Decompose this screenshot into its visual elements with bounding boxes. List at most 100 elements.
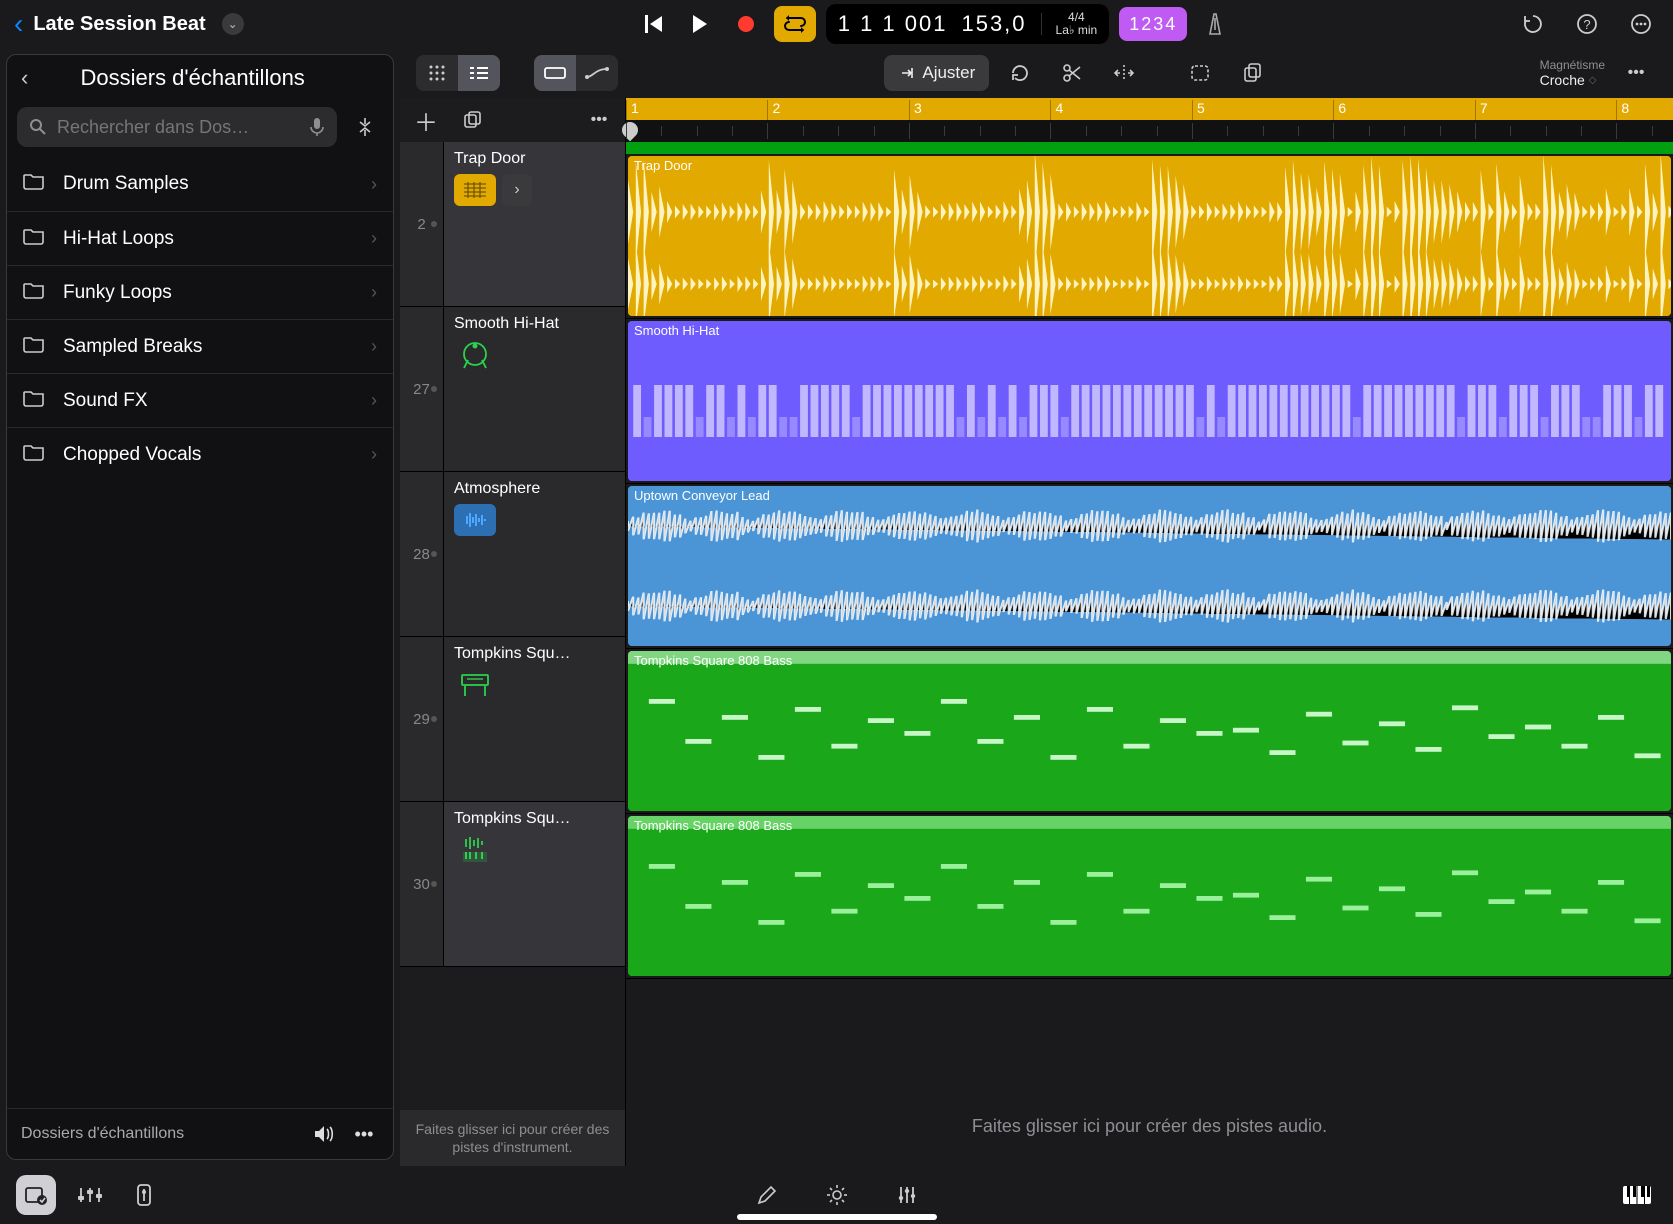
- track-number[interactable]: 28: [400, 472, 444, 636]
- copy-tool-button[interactable]: [1231, 55, 1273, 91]
- duplicate-track-button[interactable]: [456, 104, 488, 136]
- track-header[interactable]: Tompkins Squ…: [444, 802, 625, 966]
- split-tool-button[interactable]: [1103, 55, 1145, 91]
- pencil-icon: [756, 1184, 778, 1206]
- track-number[interactable]: 29: [400, 637, 444, 801]
- collapse-icon: [354, 116, 376, 138]
- go-to-start-button[interactable]: [636, 6, 672, 42]
- region-label: Tompkins Square 808 Bass: [634, 818, 792, 833]
- speaker-icon: [313, 1124, 335, 1144]
- scissors-tool-button[interactable]: [1051, 55, 1093, 91]
- automation-view-button[interactable]: [576, 55, 618, 91]
- adjust-button[interactable]: Ajuster: [884, 55, 989, 91]
- chevron-right-icon: ›: [371, 282, 377, 303]
- play-button[interactable]: [682, 6, 718, 42]
- help-button[interactable]: ?: [1569, 6, 1605, 42]
- more-button[interactable]: [1623, 6, 1659, 42]
- track-header[interactable]: Tompkins Squ…: [444, 637, 625, 801]
- project-menu-button[interactable]: ⌄: [222, 13, 244, 35]
- region-label: Uptown Conveyor Lead: [634, 488, 770, 503]
- back-button[interactable]: ‹: [14, 8, 23, 40]
- region[interactable]: Tompkins Square 808 Bass: [628, 816, 1671, 976]
- help-icon: ?: [1576, 13, 1598, 35]
- time-ruler[interactable]: [626, 120, 1673, 142]
- lcd-position: 1 1 1 001: [838, 11, 948, 37]
- track-instrument-icon[interactable]: [454, 339, 496, 371]
- play-icon: [693, 15, 707, 33]
- lcd-display[interactable]: 1 1 1 001 153,0 4/4 La♭ min: [826, 4, 1110, 44]
- mixer-panel-button[interactable]: [70, 1175, 110, 1215]
- folder-item[interactable]: Funky Loops ›: [7, 265, 393, 319]
- add-track-button[interactable]: ＋: [410, 104, 442, 136]
- record-button[interactable]: [728, 6, 764, 42]
- edit-tool-button[interactable]: [747, 1175, 787, 1215]
- track-header-more-button[interactable]: •••: [583, 104, 615, 136]
- browser-panel-button[interactable]: [16, 1175, 56, 1215]
- cycle-ruler[interactable]: 12345678: [626, 98, 1673, 120]
- folder-label: Funky Loops: [63, 282, 355, 304]
- track-instrument-icon[interactable]: [454, 174, 496, 206]
- folder-item[interactable]: Hi-Hat Loops ›: [7, 211, 393, 265]
- home-indicator: [737, 1214, 937, 1220]
- snap-value-button[interactable]: Croche ◇: [1540, 72, 1605, 88]
- track-header[interactable]: Atmosphere: [444, 472, 625, 636]
- track-number[interactable]: 27: [400, 307, 444, 471]
- loop-icon: [1009, 62, 1031, 84]
- copy-icon: [1241, 62, 1263, 84]
- track-header[interactable]: Trap Door ›: [444, 142, 625, 306]
- region[interactable]: Uptown Conveyor Lead: [628, 486, 1671, 646]
- cycle-button[interactable]: [774, 6, 816, 42]
- marquee-tool-button[interactable]: [1179, 55, 1221, 91]
- folder-item[interactable]: Chopped Vocals ›: [7, 427, 393, 481]
- view-list-button[interactable]: [458, 55, 500, 91]
- arrangement-marker[interactable]: [626, 142, 1673, 154]
- region-label: Smooth Hi-Hat: [634, 323, 719, 338]
- grid-icon: [428, 64, 446, 82]
- folder-icon: [23, 335, 47, 359]
- track-instrument-icon[interactable]: [454, 669, 496, 701]
- folder-label: Drum Samples: [63, 173, 355, 195]
- track-header[interactable]: Smooth Hi-Hat: [444, 307, 625, 471]
- view-grid-button[interactable]: [416, 55, 458, 91]
- sidebar-back-button[interactable]: ‹: [21, 65, 28, 91]
- track-expand-button[interactable]: ›: [502, 174, 532, 206]
- search-input-wrapper[interactable]: [17, 107, 337, 147]
- undo-button[interactable]: [1515, 6, 1551, 42]
- more-icon: [1630, 13, 1652, 35]
- region[interactable]: Smooth Hi-Hat: [628, 321, 1671, 481]
- brightness-button[interactable]: [817, 1175, 857, 1215]
- folder-item[interactable]: Sampled Breaks ›: [7, 319, 393, 373]
- track-name: Smooth Hi-Hat: [454, 315, 615, 333]
- search-input[interactable]: [57, 117, 299, 138]
- collapse-sidebar-button[interactable]: [347, 109, 383, 145]
- track-instrument-icon[interactable]: [454, 834, 496, 866]
- sun-icon: [825, 1183, 849, 1207]
- record-icon: [738, 16, 754, 32]
- region[interactable]: Tompkins Square 808 Bass: [628, 651, 1671, 811]
- ruler-bar-number: 7: [1475, 100, 1488, 120]
- list-icon: [468, 65, 490, 81]
- region-view-button[interactable]: [534, 55, 576, 91]
- preview-audio-button[interactable]: [309, 1119, 339, 1149]
- count-in-button[interactable]: 1234: [1119, 7, 1187, 41]
- chevron-right-icon: ›: [371, 336, 377, 357]
- folder-icon: [23, 389, 47, 413]
- loop-tool-button[interactable]: [999, 55, 1041, 91]
- folder-item[interactable]: Sound FX ›: [7, 373, 393, 427]
- plugin-panel-button[interactable]: [124, 1175, 164, 1215]
- region[interactable]: Trap Door: [628, 156, 1671, 316]
- sample-folders-sidebar: ‹ Dossiers d'échantillons Drum Samples ›…: [6, 54, 394, 1160]
- sidebar-more-button[interactable]: •••: [349, 1119, 379, 1149]
- track-number[interactable]: 30: [400, 802, 444, 966]
- toolbar-more-button[interactable]: •••: [1615, 55, 1657, 91]
- folder-item[interactable]: Drum Samples ›: [7, 157, 393, 211]
- metronome-button[interactable]: [1197, 6, 1233, 42]
- controls-button[interactable]: [887, 1175, 927, 1215]
- track-instrument-icon[interactable]: [454, 504, 496, 536]
- adjust-icon: [898, 65, 914, 81]
- track-number[interactable]: 2: [400, 142, 444, 306]
- keyboard-button[interactable]: [1617, 1175, 1657, 1215]
- audio-drop-hint: Faites glisser ici pour créer des pistes…: [626, 1086, 1673, 1166]
- microphone-icon[interactable]: [309, 117, 325, 137]
- ruler-bar-number: 3: [909, 100, 922, 120]
